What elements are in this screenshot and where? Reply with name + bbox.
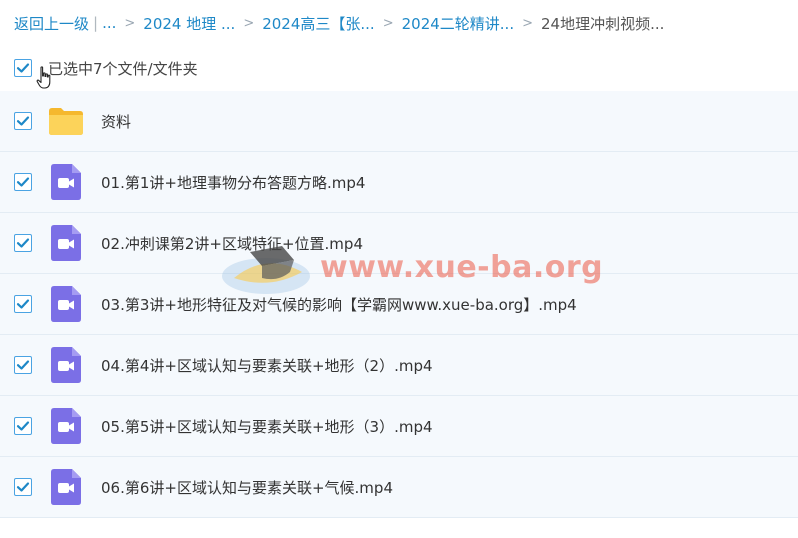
row-checkbox[interactable] xyxy=(14,112,32,130)
folder-icon xyxy=(49,108,83,135)
chevron-right-icon: > xyxy=(382,15,394,31)
chevron-right-icon: > xyxy=(522,15,533,31)
breadcrumb-item-1[interactable]: 2024 地理 ... xyxy=(143,13,235,34)
video-icon-wrap xyxy=(48,347,84,383)
video-icon-wrap xyxy=(48,225,84,261)
checkmark-icon xyxy=(16,421,30,431)
breadcrumb-item-2[interactable]: 2024高三【张... xyxy=(262,13,374,34)
selection-count: 已选中7个文件/文件夹 xyxy=(48,59,198,78)
breadcrumb-item-3[interactable]: 2024二轮精讲... xyxy=(402,13,514,34)
file-row[interactable]: 01.第1讲+地理事物分布答题方略.mp4 xyxy=(0,152,798,213)
file-row[interactable]: 02.冲刺课第2讲+区域特征+位置.mp4 xyxy=(0,213,798,274)
selection-bar: 已选中7个文件/文件夹 xyxy=(0,50,798,86)
checkmark-icon xyxy=(16,299,30,309)
file-name[interactable]: 02.冲刺课第2讲+区域特征+位置.mp4 xyxy=(101,233,363,254)
file-name[interactable]: 01.第1讲+地理事物分布答题方略.mp4 xyxy=(101,172,365,193)
select-all-checkbox[interactable] xyxy=(14,59,32,77)
row-checkbox[interactable] xyxy=(14,295,32,313)
breadcrumb-divider: | xyxy=(93,14,99,32)
row-checkbox[interactable] xyxy=(14,173,32,191)
video-icon-wrap xyxy=(48,408,84,444)
checkmark-icon xyxy=(16,238,30,248)
chevron-right-icon: > xyxy=(243,15,255,31)
breadcrumb-current: 24地理冲刺视频... xyxy=(541,14,665,33)
file-name[interactable]: 06.第6讲+区域认知与要素关联+气候.mp4 xyxy=(101,477,393,498)
breadcrumb-ellipsis[interactable]: ... xyxy=(102,14,116,32)
row-checkbox[interactable] xyxy=(14,478,32,496)
file-list: 资料 01.第1讲+地理事物分布答题方略.mp4 02.冲刺课第2讲+区域特征+位置… xyxy=(0,91,798,518)
file-row[interactable]: 06.第6讲+区域认知与要素关联+气候.mp4 xyxy=(0,457,798,518)
row-checkbox[interactable] xyxy=(14,356,32,374)
checkmark-icon xyxy=(16,177,30,187)
file-name[interactable]: 05.第5讲+区域认知与要素关联+地形（3）.mp4 xyxy=(101,416,433,437)
row-checkbox[interactable] xyxy=(14,234,32,252)
video-file-icon xyxy=(51,469,81,505)
video-icon-wrap xyxy=(48,469,84,505)
folder-icon-wrap xyxy=(48,103,84,139)
video-file-icon xyxy=(51,286,81,322)
hand-cursor-icon xyxy=(36,66,51,89)
video-icon-wrap xyxy=(48,164,84,200)
checkmark-icon xyxy=(16,482,30,492)
file-name[interactable]: 资料 xyxy=(101,111,131,132)
file-name[interactable]: 04.第4讲+区域认知与要素关联+地形（2）.mp4 xyxy=(101,355,433,376)
video-file-icon xyxy=(51,164,81,200)
checkmark-icon xyxy=(16,116,30,126)
video-icon-wrap xyxy=(48,286,84,322)
video-file-icon xyxy=(51,347,81,383)
video-file-icon xyxy=(51,225,81,261)
file-row[interactable]: 03.第3讲+地形特征及对气候的影响【学霸网www.xue-ba.org】.mp… xyxy=(0,274,798,335)
row-checkbox[interactable] xyxy=(14,417,32,435)
checkmark-icon xyxy=(16,360,30,370)
breadcrumb-back-link[interactable]: 返回上一级 xyxy=(14,13,89,34)
file-row[interactable]: 04.第4讲+区域认知与要素关联+地形（2）.mp4 xyxy=(0,335,798,396)
file-name[interactable]: 03.第3讲+地形特征及对气候的影响【学霸网www.xue-ba.org】.mp… xyxy=(101,294,577,315)
folder-row[interactable]: 资料 xyxy=(0,91,798,152)
video-file-icon xyxy=(51,408,81,444)
checkmark-icon xyxy=(16,63,30,73)
chevron-right-icon: > xyxy=(124,15,136,31)
breadcrumb: 返回上一级 | ... > 2024 地理 ... > 2024高三【张... … xyxy=(0,0,798,46)
file-row[interactable]: 05.第5讲+区域认知与要素关联+地形（3）.mp4 xyxy=(0,396,798,457)
